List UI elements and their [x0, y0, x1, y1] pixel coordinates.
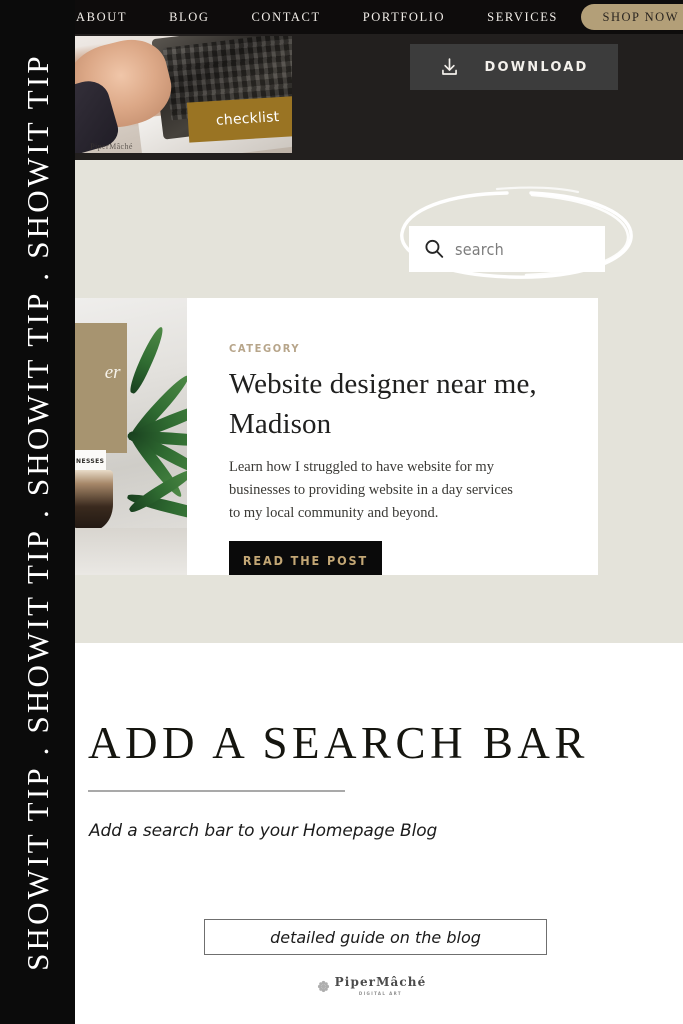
footer-section: ADD A SEARCH BAR Add a search bar to you…	[0, 643, 683, 1024]
rosette-icon	[317, 980, 329, 992]
blog-post-category: CATEGORY	[229, 342, 301, 355]
screenshot-root: checklist PiperMâché DOWNLOAD ABOUT BLOG…	[0, 0, 683, 1024]
blog-post-content: CATEGORY Website designer near me, Madis…	[187, 298, 598, 575]
download-label: DOWNLOAD	[484, 59, 589, 75]
page-title: ADD A SEARCH BAR	[88, 718, 589, 768]
title-divider	[88, 790, 345, 792]
nav-link-blog[interactable]: BLOG	[169, 10, 209, 25]
search-input[interactable]: search	[409, 226, 605, 272]
detailed-guide-label: detailed guide on the blog	[270, 927, 481, 947]
blog-post-title: Website designer near me, Madison	[229, 368, 537, 441]
nav-link-contact[interactable]: CONTACT	[252, 10, 321, 25]
read-the-post-button[interactable]: READ THE POST	[229, 540, 382, 575]
search-icon	[425, 239, 444, 258]
blog-post-excerpt: Learn how I struggled to have website fo…	[229, 459, 513, 522]
site-navbar: ABOUT BLOG CONTACT PORTFOLIO SERVICES SH…	[0, 0, 683, 34]
brand-logo: PiperMâché DIGITAL ART	[0, 976, 683, 996]
nav-link-about[interactable]: ABOUT	[76, 10, 127, 25]
photo-table-surface	[75, 527, 187, 575]
page-subtitle: Add a search bar to your Homepage Blog	[89, 821, 438, 841]
showit-tip-sidebar: SHOWIT TIP . SHOWIT TIP . SHOWIT TIP . S…	[0, 0, 75, 1024]
download-button[interactable]: DOWNLOAD	[410, 44, 618, 90]
checklist-thumbnail[interactable]: checklist PiperMâché	[75, 36, 292, 153]
download-icon	[442, 58, 458, 75]
logo-tagline: DIGITAL ART	[358, 991, 403, 996]
shop-now-button[interactable]: SHOP NOW	[580, 4, 683, 30]
showit-tip-sidebar-text: SHOWIT TIP . SHOWIT TIP . SHOWIT TIP . S…	[19, 53, 55, 971]
detailed-guide-button[interactable]: detailed guide on the blog	[204, 919, 547, 955]
blog-post-card[interactable]: er NESSES CATEGORY Website designer near…	[75, 298, 598, 575]
nav-links: ABOUT BLOG CONTACT PORTFOLIO SERVICES	[76, 10, 558, 25]
nav-link-services[interactable]: SERVICES	[487, 10, 558, 25]
checklist-badge-label: checklist	[215, 109, 280, 129]
blog-post-thumbnail: er NESSES	[75, 298, 187, 575]
thumbnail-watermark: PiperMâché	[90, 142, 133, 151]
nav-link-portfolio[interactable]: PORTFOLIO	[363, 10, 445, 25]
logo-text-block: PiperMâché DIGITAL ART	[335, 976, 427, 996]
search-placeholder: search	[455, 239, 504, 259]
checklist-badge: checklist	[186, 95, 292, 143]
logo-name: PiperMâché	[334, 975, 427, 989]
